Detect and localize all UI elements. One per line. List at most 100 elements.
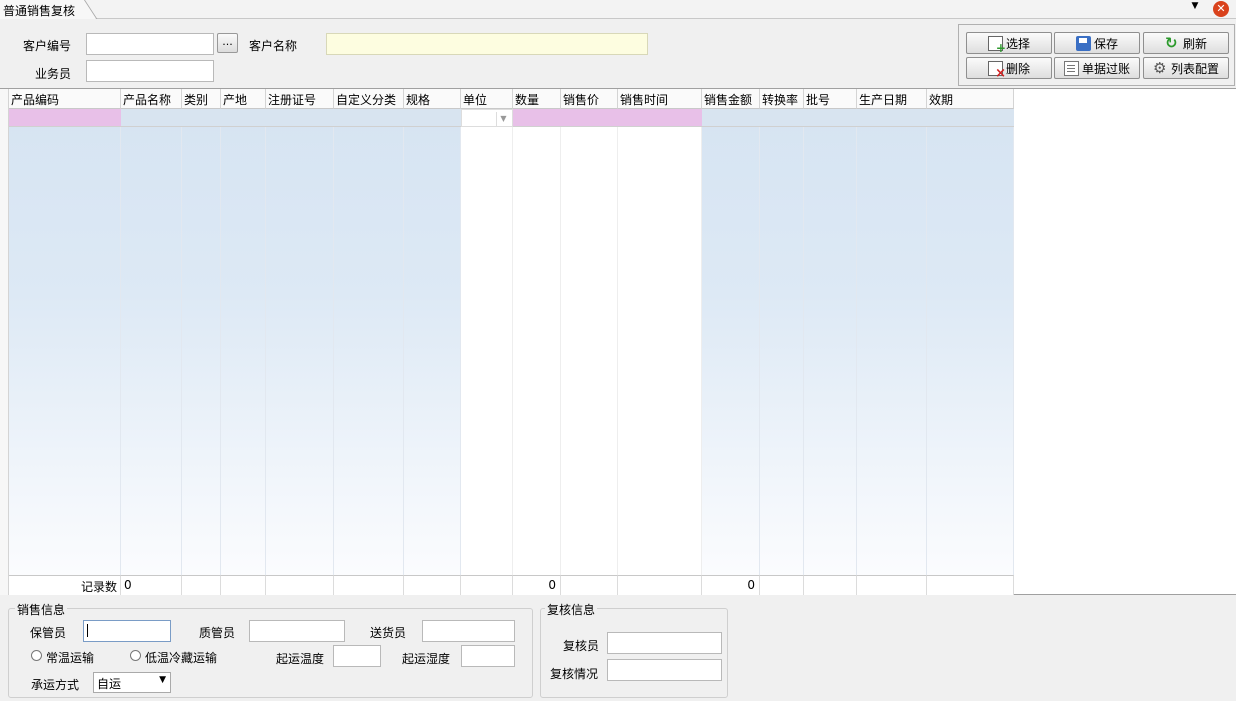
delivery-label: 送货员: [370, 626, 407, 640]
header-sale-amount[interactable]: 销售金额: [702, 89, 760, 109]
customer-name-input[interactable]: [326, 33, 648, 55]
header-unit[interactable]: 单位: [461, 89, 513, 109]
cell-sale-time[interactable]: [618, 109, 702, 127]
column-quantity: [513, 109, 561, 575]
grid-body: 产品编码 产品名称 类别 产地 注册证号 自定义分类 规格 单位 数量 销售价 …: [0, 89, 1014, 596]
tab-sales-review[interactable]: 普通销售复核: [0, 0, 96, 19]
footer-cell: [266, 575, 334, 595]
refresh-icon: ↻: [1164, 33, 1178, 52]
column-batch-no: [804, 109, 857, 575]
close-icon[interactable]: ✕: [1213, 1, 1229, 17]
post-label: 单据过账: [1081, 61, 1130, 76]
quality-input[interactable]: [249, 620, 345, 642]
column-custom-category: [334, 109, 404, 575]
start-temp-label: 起运温度: [276, 652, 325, 666]
column-registration: [266, 109, 334, 575]
save-button[interactable]: 保存: [1054, 32, 1140, 54]
header-quantity[interactable]: 数量: [513, 89, 561, 109]
delete-button[interactable]: 删除: [966, 57, 1052, 81]
list-config-label: 列表配置: [1170, 61, 1219, 76]
start-humidity-input[interactable]: [461, 645, 515, 667]
keeper-label: 保管员: [30, 626, 67, 640]
list-config-button[interactable]: ⚙ 列表配置: [1143, 57, 1229, 79]
cell-product-code[interactable]: [9, 109, 121, 127]
header-conversion-rate[interactable]: 转换率: [760, 89, 804, 109]
footer-cell: [404, 575, 461, 595]
start-temp-input[interactable]: [333, 645, 381, 667]
reviewer-input[interactable]: [607, 632, 722, 654]
header-custom-category[interactable]: 自定义分类: [334, 89, 404, 109]
cold-chain-label: 低温冷藏运输: [145, 651, 218, 665]
column-spec: [404, 109, 461, 575]
gear-icon: ⚙: [1152, 58, 1167, 77]
header-batch-no[interactable]: 批号: [804, 89, 857, 109]
chevron-down-icon[interactable]: ▼: [1189, 1, 1201, 13]
header-category[interactable]: 类别: [182, 89, 221, 109]
column-sale-time: [618, 109, 702, 575]
cell-readonly-group[interactable]: [121, 109, 461, 127]
column-sale-price: [561, 109, 618, 575]
normal-temp-radio[interactable]: [31, 650, 42, 661]
header-product-name[interactable]: 产品名称: [121, 89, 182, 109]
save-icon: [1075, 35, 1091, 51]
footer-cell: [461, 575, 513, 595]
salesperson-input[interactable]: [86, 60, 214, 82]
select-button[interactable]: 选择: [966, 32, 1052, 55]
header-spec[interactable]: 规格: [404, 89, 461, 109]
column-expiry: [927, 109, 1014, 575]
header-sale-time[interactable]: 销售时间: [618, 89, 702, 109]
quality-label: 质管员: [199, 626, 236, 640]
column-origin: [221, 109, 266, 575]
delete-icon: [987, 60, 1006, 81]
sales-review-window: { "tab": { "title": "普通销售复核", "dropdown_…: [0, 0, 1236, 701]
quantity-total: 0: [513, 575, 561, 595]
document-icon: [1063, 60, 1079, 76]
action-toolbar: 选择 保存 ↻ 刷新 删除 单据过账 ⚙列表配置: [958, 24, 1235, 86]
normal-temp-label: 常温运输: [46, 651, 95, 665]
tab-title: 普通销售复核: [3, 4, 76, 18]
column-product-name: [121, 109, 182, 575]
salesperson-label: 业务员: [35, 67, 72, 81]
refresh-button[interactable]: ↻ 刷新: [1143, 32, 1229, 54]
review-status-input[interactable]: [607, 659, 722, 681]
record-count-value: 0: [121, 575, 182, 595]
ellipsis-button[interactable]: ...: [217, 33, 238, 53]
footer-cell: [927, 575, 1014, 595]
row-indicator: [0, 89, 9, 595]
column-product-code: [9, 109, 121, 575]
customer-code-input[interactable]: [86, 33, 214, 55]
footer-cell: [760, 575, 804, 595]
footer-cell: [561, 575, 618, 595]
delivery-input[interactable]: [422, 620, 515, 642]
header-origin[interactable]: 产地: [221, 89, 266, 109]
header-expiry[interactable]: 效期: [927, 89, 1014, 109]
carrier-value: 自运: [97, 677, 122, 691]
product-grid[interactable]: 产品编码 产品名称 类别 产地 注册证号 自定义分类 规格 单位 数量 销售价 …: [0, 88, 1236, 595]
review-status-label: 复核情况: [550, 667, 599, 681]
post-button[interactable]: 单据过账: [1054, 57, 1140, 79]
sales-info-title: 销售信息: [15, 601, 68, 618]
header-production-date[interactable]: 生产日期: [857, 89, 927, 109]
tab-bar: 普通销售复核 ▼ ✕: [0, 0, 1236, 19]
footer-cell: [618, 575, 702, 595]
cold-chain-radio[interactable]: [130, 650, 141, 661]
review-info-title: 复核信息: [545, 601, 598, 618]
refresh-label: 刷新: [1182, 36, 1207, 51]
cell-readonly-group-2[interactable]: [702, 109, 1014, 127]
column-category: [182, 109, 221, 575]
header-registration[interactable]: 注册证号: [266, 89, 334, 109]
header-sale-price[interactable]: 销售价: [561, 89, 618, 109]
cell-quantity[interactable]: [513, 109, 561, 127]
cell-sale-price[interactable]: [561, 109, 618, 127]
column-sale-amount: [702, 109, 760, 575]
chevron-down-icon[interactable]: ▼: [496, 112, 510, 126]
keeper-input[interactable]: [83, 620, 171, 642]
column-conversion-rate: [760, 109, 804, 575]
header-product-code[interactable]: 产品编码: [9, 89, 121, 109]
select-icon: [987, 35, 1006, 55]
carrier-label: 承运方式: [31, 678, 80, 692]
carrier-select[interactable]: 自运 ▼: [93, 672, 171, 693]
customer-name-label: 客户名称: [249, 39, 298, 53]
footer-cell: [804, 575, 857, 595]
amount-total: 0: [702, 575, 760, 595]
